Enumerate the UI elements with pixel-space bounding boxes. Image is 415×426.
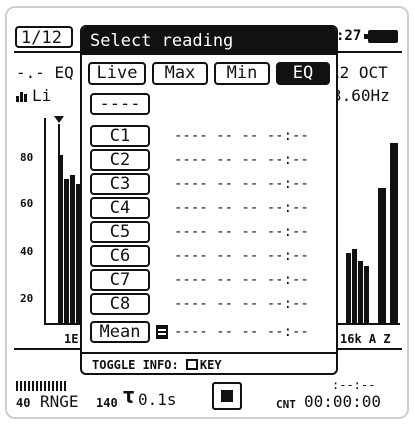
lcd-screen: 1/12 :27 -.- EQ 12 OCT Li 3.60Hz 80 60 4… xyxy=(14,18,402,414)
count-value: 00:00:00 xyxy=(304,392,382,411)
key-icon xyxy=(185,359,198,370)
key-label: KEY xyxy=(199,358,222,372)
scale-ticks xyxy=(16,381,66,391)
select-reading-dialog: Select reading Live Max Min EQ ---- C1 -… xyxy=(80,25,338,375)
tab-live[interactable]: Live xyxy=(88,62,146,85)
battery-icon xyxy=(364,30,398,43)
stop-icon xyxy=(221,390,233,402)
bar-chart-icon xyxy=(16,90,28,102)
slot-c6[interactable]: C6 xyxy=(90,245,150,267)
toggle-info-label: TOGGLE INFO: xyxy=(92,358,186,372)
spectrum-bar xyxy=(378,188,386,323)
spectrum-bar xyxy=(390,143,398,323)
slot-c3-value: ---- -- -- --:-- xyxy=(174,176,309,192)
spectrum-bar xyxy=(364,266,369,323)
slot-c8[interactable]: C8 xyxy=(90,293,150,315)
range-label: RNGE xyxy=(40,392,79,411)
spectrum-bar xyxy=(70,175,75,323)
slot-c8-value: ---- -- -- --:-- xyxy=(174,296,309,312)
x-right-label: 16k A Z xyxy=(340,332,391,346)
spectrum-bar xyxy=(352,249,357,323)
tab-max[interactable]: Max xyxy=(152,62,208,85)
page-indicator[interactable]: 1/12 xyxy=(15,26,73,48)
tau-icon: τ xyxy=(122,384,136,409)
tab-eq[interactable]: EQ xyxy=(276,62,330,85)
date-label: 12 OCT xyxy=(330,63,388,82)
slot-c4[interactable]: C4 xyxy=(90,197,150,219)
dialog-title: Select reading xyxy=(82,27,336,55)
count-top: :--:-- xyxy=(332,378,376,392)
dialog-footer: TOGGLE INFO: KEY xyxy=(82,352,336,373)
range-value: 140 xyxy=(96,396,118,410)
frequency-label: 3.60Hz xyxy=(332,86,390,105)
y-tick: 60 xyxy=(20,197,34,210)
stop-button[interactable] xyxy=(212,382,242,410)
slot-c5-value: ---- -- -- --:-- xyxy=(174,224,309,240)
bottom-status-bar: 40 RNGE 140 τ 0.1s :--:-- CNT 00:00:00 xyxy=(14,376,402,414)
slot-c1-value: ---- -- -- --:-- xyxy=(174,128,309,144)
spectrum-bar xyxy=(58,155,63,323)
count-label: CNT xyxy=(276,398,296,411)
spectrum-bar xyxy=(358,261,363,323)
slot-c3[interactable]: C3 xyxy=(90,173,150,195)
calculator-icon xyxy=(156,325,168,339)
clock-fragment: :27 xyxy=(336,28,362,44)
slot-c2-value: ---- -- -- --:-- xyxy=(174,152,309,168)
y-axis xyxy=(44,118,46,324)
slot-c5[interactable]: C5 xyxy=(90,221,150,243)
spectrum-bar xyxy=(346,253,351,323)
live-row-prefix: Li xyxy=(32,86,52,105)
slot-c7-value: ---- -- -- --:-- xyxy=(174,272,309,288)
slot-c1[interactable]: C1 xyxy=(90,125,150,147)
slot-c2[interactable]: C2 xyxy=(90,149,150,171)
tab-min[interactable]: Min xyxy=(214,62,270,85)
blank-slot[interactable]: ---- xyxy=(90,93,150,115)
eq-row-prefix: -.- EQ xyxy=(16,63,74,82)
slot-c7[interactable]: C7 xyxy=(90,269,150,291)
scale-label: 40 xyxy=(16,396,31,410)
spectrum-bar xyxy=(64,179,69,323)
y-tick: 20 xyxy=(20,292,34,305)
slot-c6-value: ---- -- -- --:-- xyxy=(174,248,309,264)
x-left-label: 1E xyxy=(64,332,79,346)
y-tick: 40 xyxy=(20,245,34,258)
slot-c4-value: ---- -- -- --:-- xyxy=(174,200,309,216)
mean-value: ---- -- -- --:-- xyxy=(174,324,309,340)
tau-value: 0.1s xyxy=(138,390,177,409)
mean-button[interactable]: Mean xyxy=(90,321,150,343)
y-tick: 80 xyxy=(20,151,34,164)
